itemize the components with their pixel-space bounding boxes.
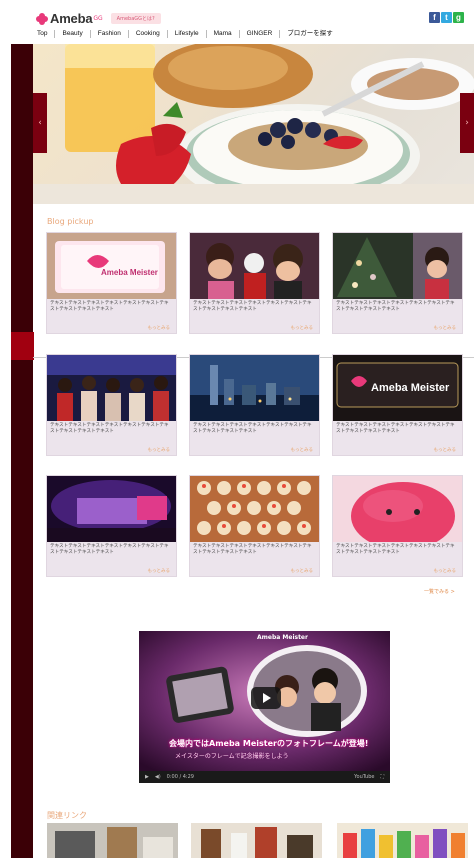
more-link[interactable]: もっとみる xyxy=(291,568,314,574)
related-thumbnail xyxy=(191,823,322,858)
more-link[interactable]: もっとみる xyxy=(434,568,457,574)
card-text: テキストテキストテキストテキストテキストテキストテキストテキストテキストテキスト xyxy=(50,423,169,434)
more-link[interactable]: もっとみる xyxy=(148,447,171,453)
side-tab[interactable] xyxy=(11,332,34,360)
hero-next-button[interactable]: › xyxy=(460,93,474,153)
card-text: テキストテキストテキストテキストテキストテキストテキストテキストテキストテキスト xyxy=(193,423,312,434)
card-thumbnail: Ameba Meister xyxy=(333,355,462,421)
card-thumbnail xyxy=(333,476,462,542)
side-stripe xyxy=(11,44,33,858)
nav-mama[interactable]: Mama xyxy=(207,30,240,38)
card-thumbnail xyxy=(333,233,462,299)
about-badge[interactable]: AmebaGGとは? xyxy=(110,13,161,24)
blog-card[interactable]: テキストテキストテキストテキストテキストテキストテキストテキストテキストテキスト… xyxy=(46,475,177,577)
section-title-blog-pickup: Blog pickup xyxy=(47,217,94,226)
logo-text: Ameba xyxy=(50,11,93,26)
logo-sup: GG xyxy=(93,15,103,22)
related-link-item[interactable] xyxy=(337,823,468,858)
facebook-icon[interactable]: f xyxy=(429,12,440,23)
main-nav: Top Beauty Fashion Cooking Lifestyle Mam… xyxy=(30,30,340,38)
video-caption: 会場内ではAmeba Meisterのフォトフレームが登場! xyxy=(169,739,369,748)
card-text: テキストテキストテキストテキストテキストテキストテキストテキストテキストテキスト xyxy=(336,544,455,555)
hero-slider[interactable]: ‹ › xyxy=(33,44,474,204)
card-text: テキストテキストテキストテキストテキストテキストテキストテキストテキストテキスト xyxy=(336,301,455,312)
related-thumbnail xyxy=(47,823,178,858)
card-text: テキストテキストテキストテキストテキストテキストテキストテキストテキストテキスト xyxy=(193,301,312,312)
blog-card[interactable]: Ameba Meister テキストテキストテキストテキストテキストテキストテキ… xyxy=(46,232,177,334)
nav-beauty[interactable]: Beauty xyxy=(55,30,91,38)
more-link[interactable]: もっとみる xyxy=(434,325,457,331)
nav-find-blogger[interactable]: ブロガーを探す xyxy=(280,30,340,38)
card-thumbnail xyxy=(47,476,176,542)
card-text: テキストテキストテキストテキストテキストテキストテキストテキストテキストテキスト xyxy=(193,544,312,555)
logo[interactable]: Ameba GG AmebaGGとは? xyxy=(36,11,161,26)
play-button[interactable] xyxy=(251,687,281,709)
blog-card[interactable]: テキストテキストテキストテキストテキストテキストテキストテキストテキストテキスト… xyxy=(189,354,320,456)
related-link-item[interactable] xyxy=(47,823,178,858)
related-link-item[interactable] xyxy=(191,823,322,858)
blog-card[interactable]: テキストテキストテキストテキストテキストテキストテキストテキストテキストテキスト… xyxy=(46,354,177,456)
video-player[interactable]: Ameba Meister 会場内ではAmeba Meisterのフォトフレーム… xyxy=(139,631,390,783)
card-thumb-label: Ameba Meister xyxy=(371,382,450,394)
nav-lifestyle[interactable]: Lifestyle xyxy=(168,30,207,38)
card-text: テキストテキストテキストテキストテキストテキストテキストテキストテキストテキスト xyxy=(50,301,169,312)
blog-card[interactable]: テキストテキストテキストテキストテキストテキストテキストテキストテキストテキスト… xyxy=(332,475,463,577)
video-brand: Ameba Meister xyxy=(257,634,308,641)
video-controls: ▶ ◀) 0:00 / 4:29 YouTube ⛶ xyxy=(139,771,390,783)
blog-card[interactable]: テキストテキストテキストテキストテキストテキストテキストテキストテキストテキスト… xyxy=(189,475,320,577)
flower-icon xyxy=(36,12,48,25)
more-link[interactable]: もっとみる xyxy=(291,325,314,331)
card-thumbnail xyxy=(190,476,319,542)
youtube-logo[interactable]: YouTube xyxy=(354,774,374,780)
nav-top[interactable]: Top xyxy=(30,30,56,38)
more-link[interactable]: もっとみる xyxy=(434,447,457,453)
video-time: 0:00 / 4:29 xyxy=(166,774,194,780)
more-link[interactable]: もっとみる xyxy=(148,325,171,331)
social-links: f t g xyxy=(429,12,464,23)
card-thumbnail xyxy=(47,355,176,421)
nav-ginger[interactable]: GINGER xyxy=(240,30,281,38)
more-link[interactable]: もっとみる xyxy=(291,447,314,453)
chevron-left-icon: ‹ xyxy=(38,118,42,128)
related-thumbnail xyxy=(337,823,468,858)
nav-fashion[interactable]: Fashion xyxy=(91,30,129,38)
hero-prev-button[interactable]: ‹ xyxy=(33,93,47,153)
hero-image xyxy=(33,44,474,204)
view-all-link[interactable]: 一覧でみる > xyxy=(424,588,455,595)
header: Ameba GG AmebaGGとは? f t g Top Beauty Fas… xyxy=(0,0,474,44)
nav-cooking[interactable]: Cooking xyxy=(129,30,168,38)
twitter-icon[interactable]: t xyxy=(441,12,452,23)
volume-icon[interactable]: ◀) xyxy=(155,774,161,780)
card-thumbnail: Ameba Meister xyxy=(47,233,176,299)
section-title-related: 関連リンク xyxy=(47,811,87,820)
card-thumbnail xyxy=(190,355,319,421)
card-thumbnail xyxy=(190,233,319,299)
card-text: テキストテキストテキストテキストテキストテキストテキストテキストテキストテキスト xyxy=(50,544,169,555)
more-link[interactable]: もっとみる xyxy=(148,568,171,574)
share-icon[interactable]: g xyxy=(453,12,464,23)
video-subcaption: メイスターのフレームで記念撮影をしよう xyxy=(175,753,289,760)
fullscreen-icon[interactable]: ⛶ xyxy=(380,774,384,780)
card-text: テキストテキストテキストテキストテキストテキストテキストテキストテキストテキスト xyxy=(336,423,455,434)
blog-card[interactable]: Ameba Meister テキストテキストテキストテキストテキストテキストテキ… xyxy=(332,354,463,456)
card-thumb-label: Ameba Meister xyxy=(101,268,158,277)
chevron-right-icon: › xyxy=(465,118,469,128)
blog-card[interactable]: テキストテキストテキストテキストテキストテキストテキストテキストテキストテキスト… xyxy=(332,232,463,334)
blog-card[interactable]: テキストテキストテキストテキストテキストテキストテキストテキストテキストテキスト… xyxy=(189,232,320,334)
play-icon[interactable]: ▶ xyxy=(145,774,149,780)
